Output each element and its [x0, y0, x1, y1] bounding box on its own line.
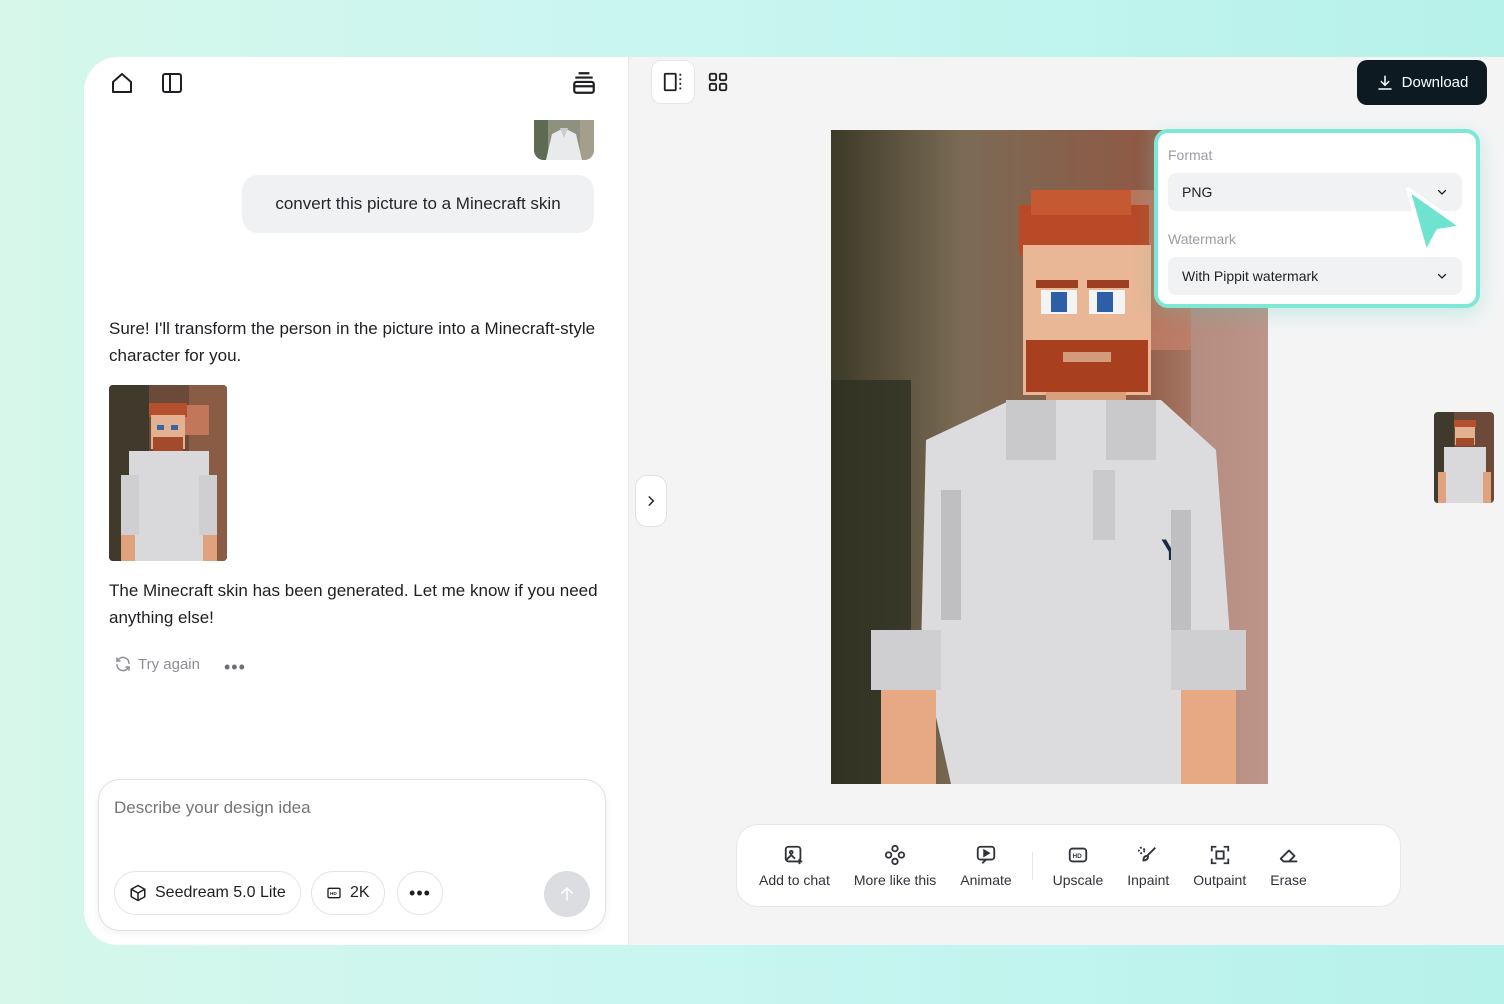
resolution-selector-button[interactable]: HD 2K	[311, 871, 385, 915]
format-value: PNG	[1182, 184, 1213, 200]
outpaint-button[interactable]: Outpaint	[1181, 825, 1258, 906]
chat-panel: convert this picture to a Minecraft skin…	[84, 57, 629, 945]
variation-thumbnail[interactable]	[1434, 412, 1494, 503]
inpaint-button[interactable]: Inpaint	[1115, 825, 1181, 906]
toolbar-label-animate: Animate	[960, 871, 1012, 888]
single-view-icon	[663, 72, 682, 92]
upscale-button[interactable]: HD Upscale	[1041, 825, 1116, 906]
more-options-icon[interactable]: •••	[224, 657, 246, 678]
toolbar-label-more-like-this: More like this	[853, 871, 937, 888]
download-label: Download	[1401, 74, 1469, 91]
send-button[interactable]	[544, 871, 590, 917]
toolbar-label-upscale: Upscale	[1052, 871, 1104, 888]
assistant-reply-done: The Minecraft skin has been generated. L…	[109, 581, 598, 627]
erase-button[interactable]: Erase	[1258, 825, 1319, 906]
assistant-reply-intro: Sure! I'll transform the person in the p…	[109, 319, 596, 365]
sidebar-toggle-icon[interactable]	[158, 69, 186, 97]
pointer-cursor-icon	[1402, 185, 1466, 262]
model-selector-button[interactable]: Seedream 5.0 Lite	[114, 871, 301, 915]
watermark-select[interactable]: With Pippit watermark	[1168, 257, 1462, 295]
animate-icon	[976, 845, 996, 864]
toolbar-label-add-to-chat: Add to chat	[759, 871, 830, 888]
download-icon	[1377, 75, 1392, 90]
add-to-chat-button[interactable]: Add to chat	[747, 825, 842, 906]
watermark-value: With Pippit watermark	[1182, 268, 1319, 284]
collapse-panel-button[interactable]	[635, 475, 667, 527]
more-like-this-button[interactable]: More like this	[842, 825, 948, 906]
single-view-toggle[interactable]	[651, 60, 695, 104]
user-message-bubble: convert this picture to a Minecraft skin	[242, 175, 594, 233]
composer-more-button[interactable]: •••	[397, 871, 443, 915]
outpaint-icon	[1210, 845, 1229, 864]
prompt-composer: Seedream 5.0 Lite HD 2K •••	[98, 779, 606, 931]
cube-icon	[130, 884, 146, 902]
toolbar-label-erase: Erase	[1270, 871, 1307, 888]
image-action-toolbar: Add to chat More like this Animate HD Up…	[736, 824, 1401, 907]
format-label: Format	[1168, 147, 1213, 163]
try-again-button[interactable]: Try again	[114, 655, 200, 673]
model-label: Seedream 5.0 Lite	[155, 884, 286, 901]
arrow-up-icon	[561, 886, 573, 901]
download-button[interactable]: Download	[1357, 60, 1487, 105]
eraser-icon	[1279, 849, 1297, 862]
prompt-input[interactable]	[114, 798, 584, 818]
hd-icon: HD	[1068, 847, 1088, 862]
try-again-label: Try again	[138, 655, 200, 673]
inpaint-brush-icon	[1138, 846, 1157, 861]
watermark-label: Watermark	[1168, 231, 1236, 247]
add-to-chat-icon	[785, 845, 803, 864]
toolbar-label-outpaint: Outpaint	[1193, 871, 1247, 888]
more-like-this-icon	[884, 844, 906, 865]
resolution-label: 2K	[350, 884, 370, 901]
uploaded-photo-thumbnail[interactable]	[534, 120, 594, 160]
home-icon[interactable]	[108, 69, 136, 97]
hd-icon: HD	[327, 887, 341, 899]
toolbar-label-inpaint: Inpaint	[1127, 871, 1170, 888]
generated-image-thumbnail[interactable]	[109, 385, 227, 561]
chevron-right-icon	[648, 496, 655, 506]
toolbar-divider	[1031, 851, 1033, 880]
svg-text:HD: HD	[330, 891, 337, 896]
chevron-down-icon	[1437, 273, 1447, 279]
history-stack-icon[interactable]	[570, 69, 598, 97]
animate-button[interactable]: Animate	[948, 825, 1023, 906]
grid-view-icon[interactable]	[705, 69, 731, 95]
svg-text:HD: HD	[1072, 852, 1082, 859]
